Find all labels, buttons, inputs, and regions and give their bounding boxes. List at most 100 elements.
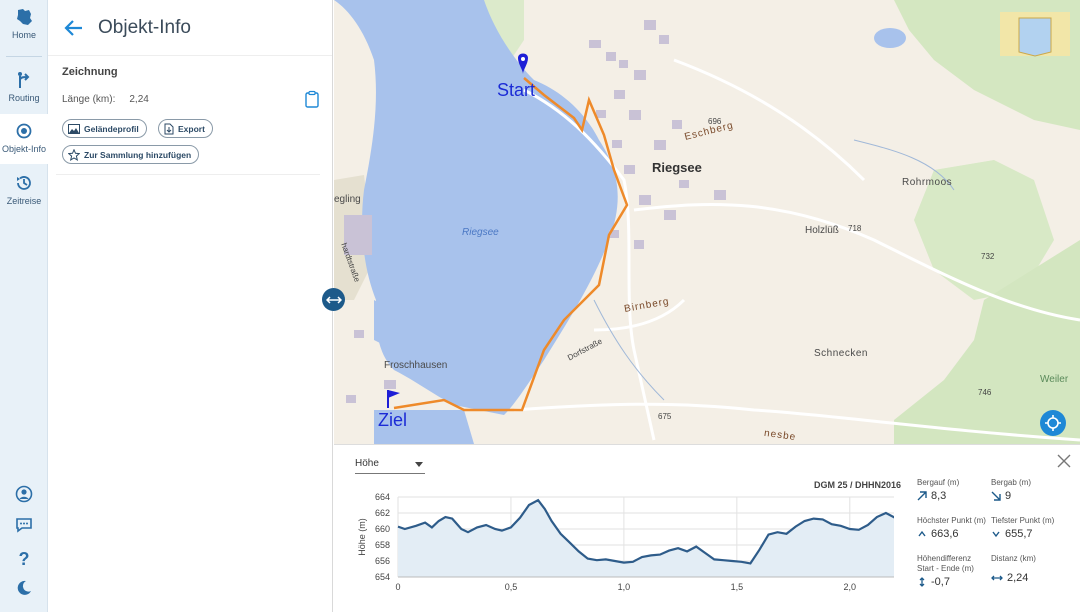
panel-title: Objekt-Info: [98, 16, 191, 38]
elevation-chart: 654 656 658 660 662 664 0 0,5 1,0 1,5 2,0 Höhe (m): [357, 492, 894, 592]
y-tick-label: 656: [375, 556, 390, 566]
y-tick-label: 658: [375, 540, 390, 550]
y-axis-label: Höhe (m): [357, 518, 367, 556]
stat-distanz: Distanz (km) 2,24: [991, 554, 1071, 584]
y-tick-label: 664: [375, 492, 390, 502]
map-view[interactable]: Start Ziel Riegsee Riegsee Froschhausen …: [334, 0, 1080, 444]
account-button[interactable]: [0, 482, 48, 510]
x-tick-label: 0,5: [505, 582, 518, 592]
chevron-down-small-icon: [992, 531, 1000, 538]
height-746: 746: [978, 388, 992, 397]
arrow-down-right-icon: [991, 491, 1001, 501]
feedback-button[interactable]: [0, 513, 48, 541]
image-icon: [68, 123, 80, 134]
bergauf-value: 8,3: [931, 490, 947, 502]
chevron-up-icon: [918, 530, 926, 537]
bavaria-home-icon: [14, 7, 34, 27]
section-title: Zeichnung: [62, 66, 118, 78]
gelaendeprofil-label: Geländeprofil: [84, 123, 139, 134]
star-icon: [68, 148, 80, 161]
rail-routing[interactable]: Routing: [0, 63, 48, 113]
add-to-collection-label: Zur Sammlung hinzufügen: [84, 149, 192, 160]
locate-button[interactable]: [1040, 410, 1066, 436]
y-tick-label: 654: [375, 572, 390, 582]
clipboard-icon: [305, 90, 319, 108]
gelaendeprofil-button[interactable]: Geländeprofil: [62, 119, 147, 138]
arrow-up-right-icon: [917, 491, 927, 501]
x-tick-label: 1,0: [618, 582, 631, 592]
help-button[interactable]: ?: [0, 545, 48, 573]
crosshair-icon: [1045, 415, 1061, 431]
rail-separator: [6, 56, 42, 57]
x-tick-label: 0: [395, 582, 400, 592]
bergauf-label: Bergauf (m): [917, 478, 960, 487]
holzluess-label: Holzlüß: [805, 225, 839, 236]
hoechster-value: 663,6: [931, 528, 959, 540]
stat-tiefster: Tiefster Punkt (m) 655,7: [991, 516, 1061, 540]
arrows-vertical-icon: [919, 577, 925, 587]
history-icon: [14, 173, 34, 193]
diff-value: -0,7: [931, 576, 950, 588]
arrows-horizontal-icon: [325, 295, 342, 304]
start-label: Start: [497, 80, 536, 100]
rail-objektinfo[interactable]: Objekt-Info: [0, 114, 48, 164]
y-tick-label: 662: [375, 508, 390, 518]
height-732: 732: [981, 252, 995, 261]
y-tick-label: 660: [375, 524, 390, 534]
panel-header: Objekt-Info: [48, 0, 332, 56]
export-label: Export: [178, 123, 205, 134]
export-file-icon: [164, 123, 174, 134]
rail-home[interactable]: Home: [0, 0, 48, 50]
arrow-left-icon: [64, 19, 82, 36]
panel-divider: [56, 174, 320, 175]
copy-button[interactable]: [304, 90, 322, 108]
length-row: Länge (km): 2,24: [62, 94, 149, 105]
rohrmoos-label: Rohrmoos: [902, 177, 953, 188]
diff-label: Höhendifferenz Start - Ende (m): [917, 554, 974, 573]
length-label: Länge (km):: [62, 94, 116, 105]
routing-icon: [14, 70, 34, 90]
riegsee-lake-label: Riegsee: [462, 227, 499, 238]
export-button[interactable]: Export: [158, 119, 213, 138]
rail-zeitreise[interactable]: Zeitreise: [0, 166, 48, 216]
objekt-info-panel: Objekt-Info Zeichnung Länge (km): 2,24 G…: [48, 0, 333, 612]
x-tick-label: 2,0: [844, 582, 857, 592]
rail-home-label: Home: [11, 30, 36, 40]
length-value: 2,24: [129, 94, 149, 105]
chat-icon: [15, 516, 33, 539]
height-718: 718: [848, 224, 862, 233]
chevron-down-icon: [415, 462, 423, 467]
profile-type-value: Höhe: [355, 458, 379, 469]
panel-resize-handle[interactable]: [322, 288, 345, 311]
rail-objektinfo-label: Objekt-Info: [1, 144, 47, 154]
bergab-label: Bergab (m): [991, 478, 1032, 487]
target-icon: [14, 121, 34, 141]
close-icon: [1057, 454, 1071, 468]
user-icon: [15, 485, 33, 508]
height-696: 696: [708, 117, 722, 126]
stat-hoechster: Höchster Punkt (m) 663,6: [917, 516, 987, 540]
tiefster-label: Tiefster Punkt (m): [991, 516, 1055, 525]
profile-type-select[interactable]: Höhe: [355, 458, 425, 474]
question-icon: ?: [18, 548, 30, 569]
height-675: 675: [658, 412, 672, 421]
ziel-label: Ziel: [378, 410, 408, 430]
hoechster-label: Höchster Punkt (m): [917, 516, 986, 525]
weiler-label: Weiler: [1040, 374, 1069, 385]
moon-icon: [15, 579, 33, 602]
rail-zeitreise-label: Zeitreise: [6, 196, 42, 206]
schnecken-label: Schnecken: [814, 348, 868, 359]
left-nav-rail: Home Routing Objekt-Info Zeitreise ?: [0, 0, 48, 612]
egling-label: egling: [334, 194, 361, 205]
riegsee-town-label: Riegsee: [652, 160, 702, 175]
distanz-value: 2,24: [1007, 572, 1029, 584]
close-profile-button[interactable]: [1056, 453, 1072, 469]
back-button[interactable]: [62, 16, 86, 40]
stat-bergab: Bergab (m) 9: [991, 478, 1032, 502]
elevation-area: [398, 500, 894, 577]
dark-mode-button[interactable]: [0, 576, 48, 604]
stat-hoehendifferenz: Höhendifferenz Start - Ende (m) -0,7: [917, 554, 989, 588]
stat-bergauf: Bergauf (m) 8,3: [917, 478, 960, 502]
froschhausen-label: Froschhausen: [384, 360, 448, 371]
add-to-collection-button[interactable]: Zur Sammlung hinzufügen: [62, 145, 200, 164]
